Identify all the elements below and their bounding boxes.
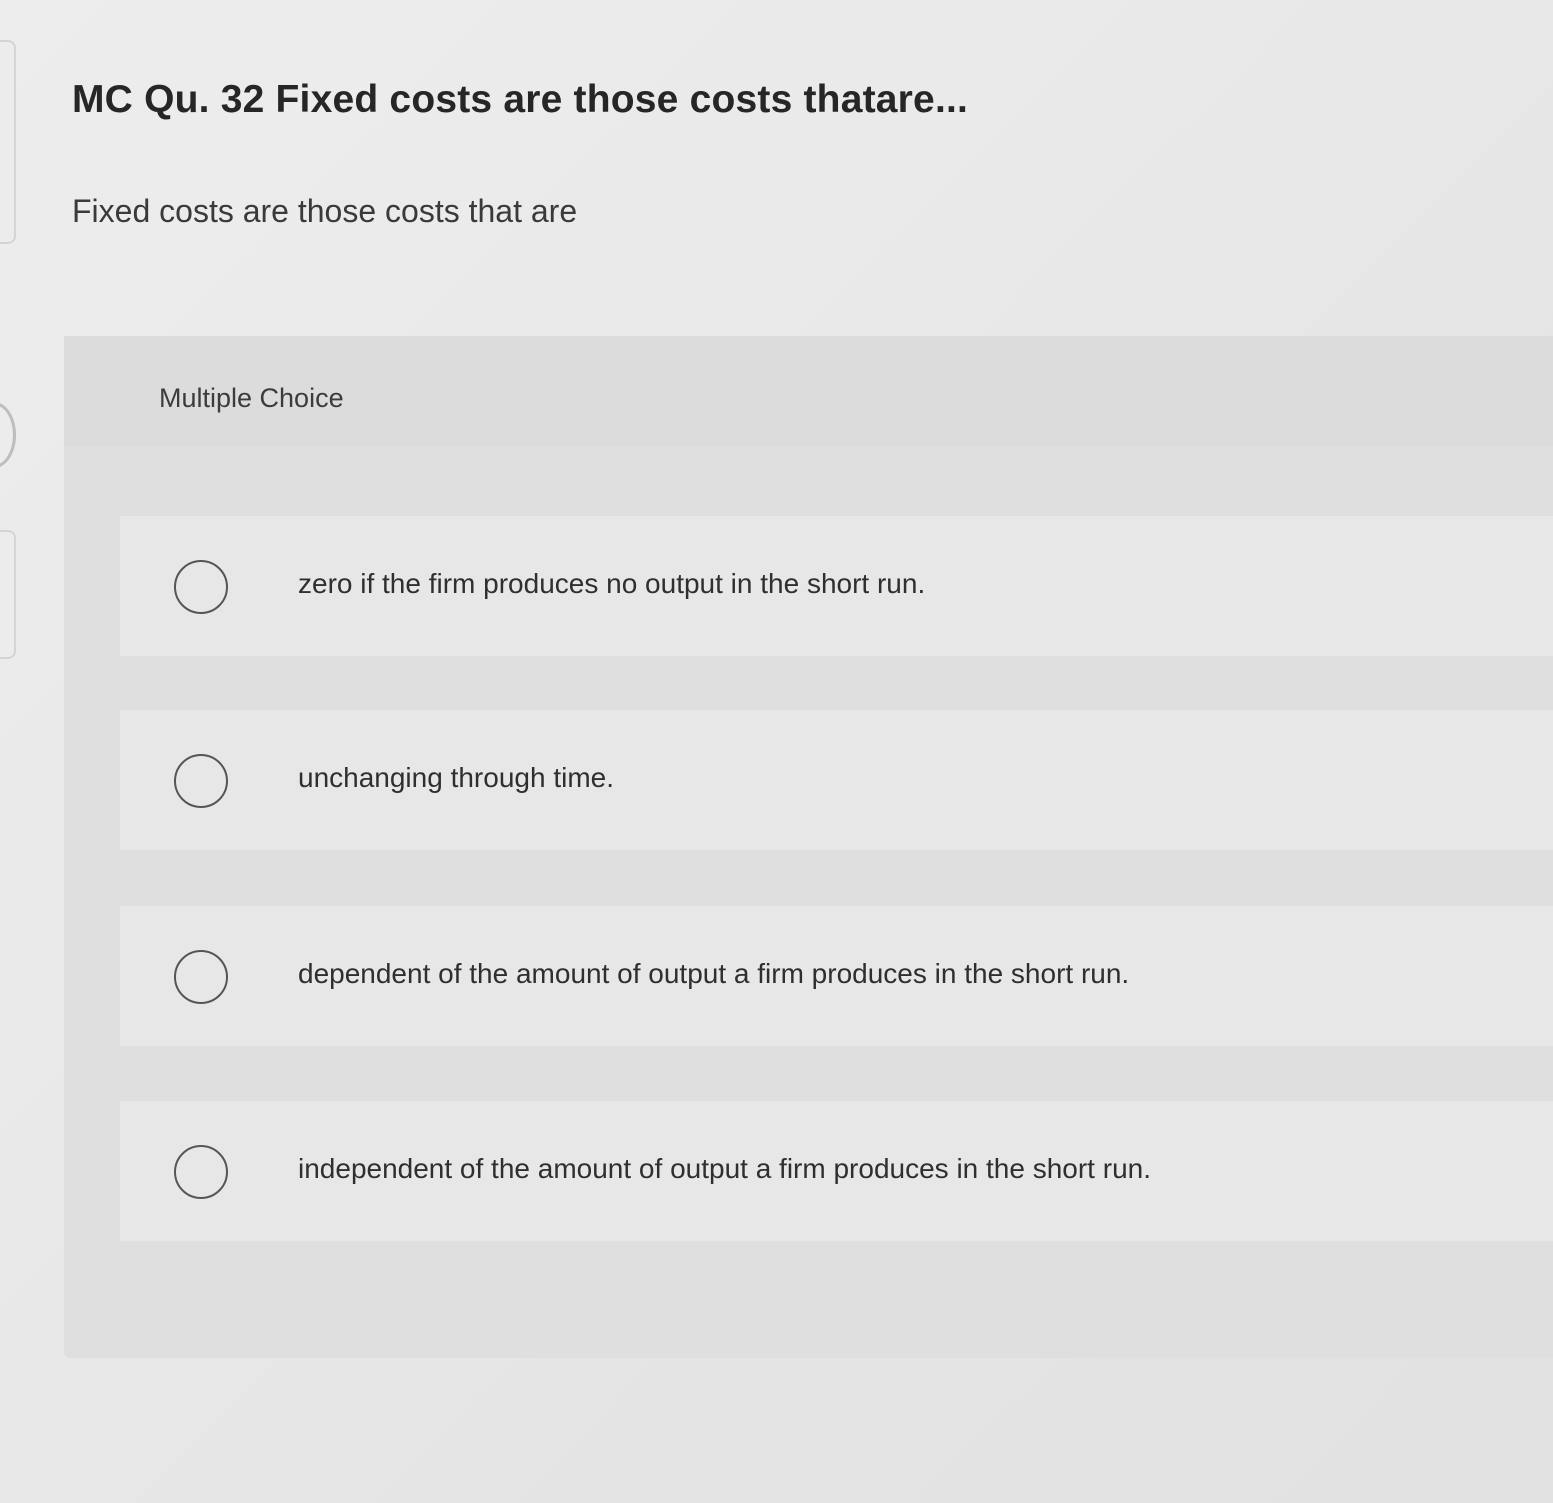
- question-prompt: Fixed costs are those costs that are: [72, 193, 578, 229]
- left-edge-circle: [0, 402, 16, 468]
- answer-option-text: zero if the firm produces no output in t…: [298, 568, 926, 599]
- left-edge-panel-top: [0, 40, 16, 244]
- radio-button[interactable]: [174, 950, 228, 1004]
- answer-option-text: independent of the amount of output a fi…: [298, 1153, 1151, 1184]
- radio-button[interactable]: [174, 754, 228, 808]
- radio-button[interactable]: [174, 1145, 228, 1199]
- multiple-choice-label: Multiple Choice: [159, 383, 344, 413]
- answer-option-2[interactable]: unchanging through time.: [120, 710, 1553, 850]
- left-edge-panel-bottom: [0, 530, 16, 659]
- answer-option-4[interactable]: independent of the amount of output a fi…: [120, 1101, 1553, 1241]
- radio-button[interactable]: [174, 560, 228, 614]
- answer-option-text: unchanging through time.: [298, 762, 614, 793]
- question-title: MC Qu. 32 Fixed costs are those costs th…: [72, 78, 969, 121]
- answer-option-3[interactable]: dependent of the amount of output a firm…: [120, 906, 1553, 1046]
- answer-option-1[interactable]: zero if the firm produces no output in t…: [120, 516, 1553, 656]
- panel-header: Multiple Choice: [64, 336, 1553, 446]
- answer-option-text: dependent of the amount of output a firm…: [298, 958, 1130, 989]
- multiple-choice-panel: Multiple Choice zero if the firm produce…: [64, 336, 1553, 1358]
